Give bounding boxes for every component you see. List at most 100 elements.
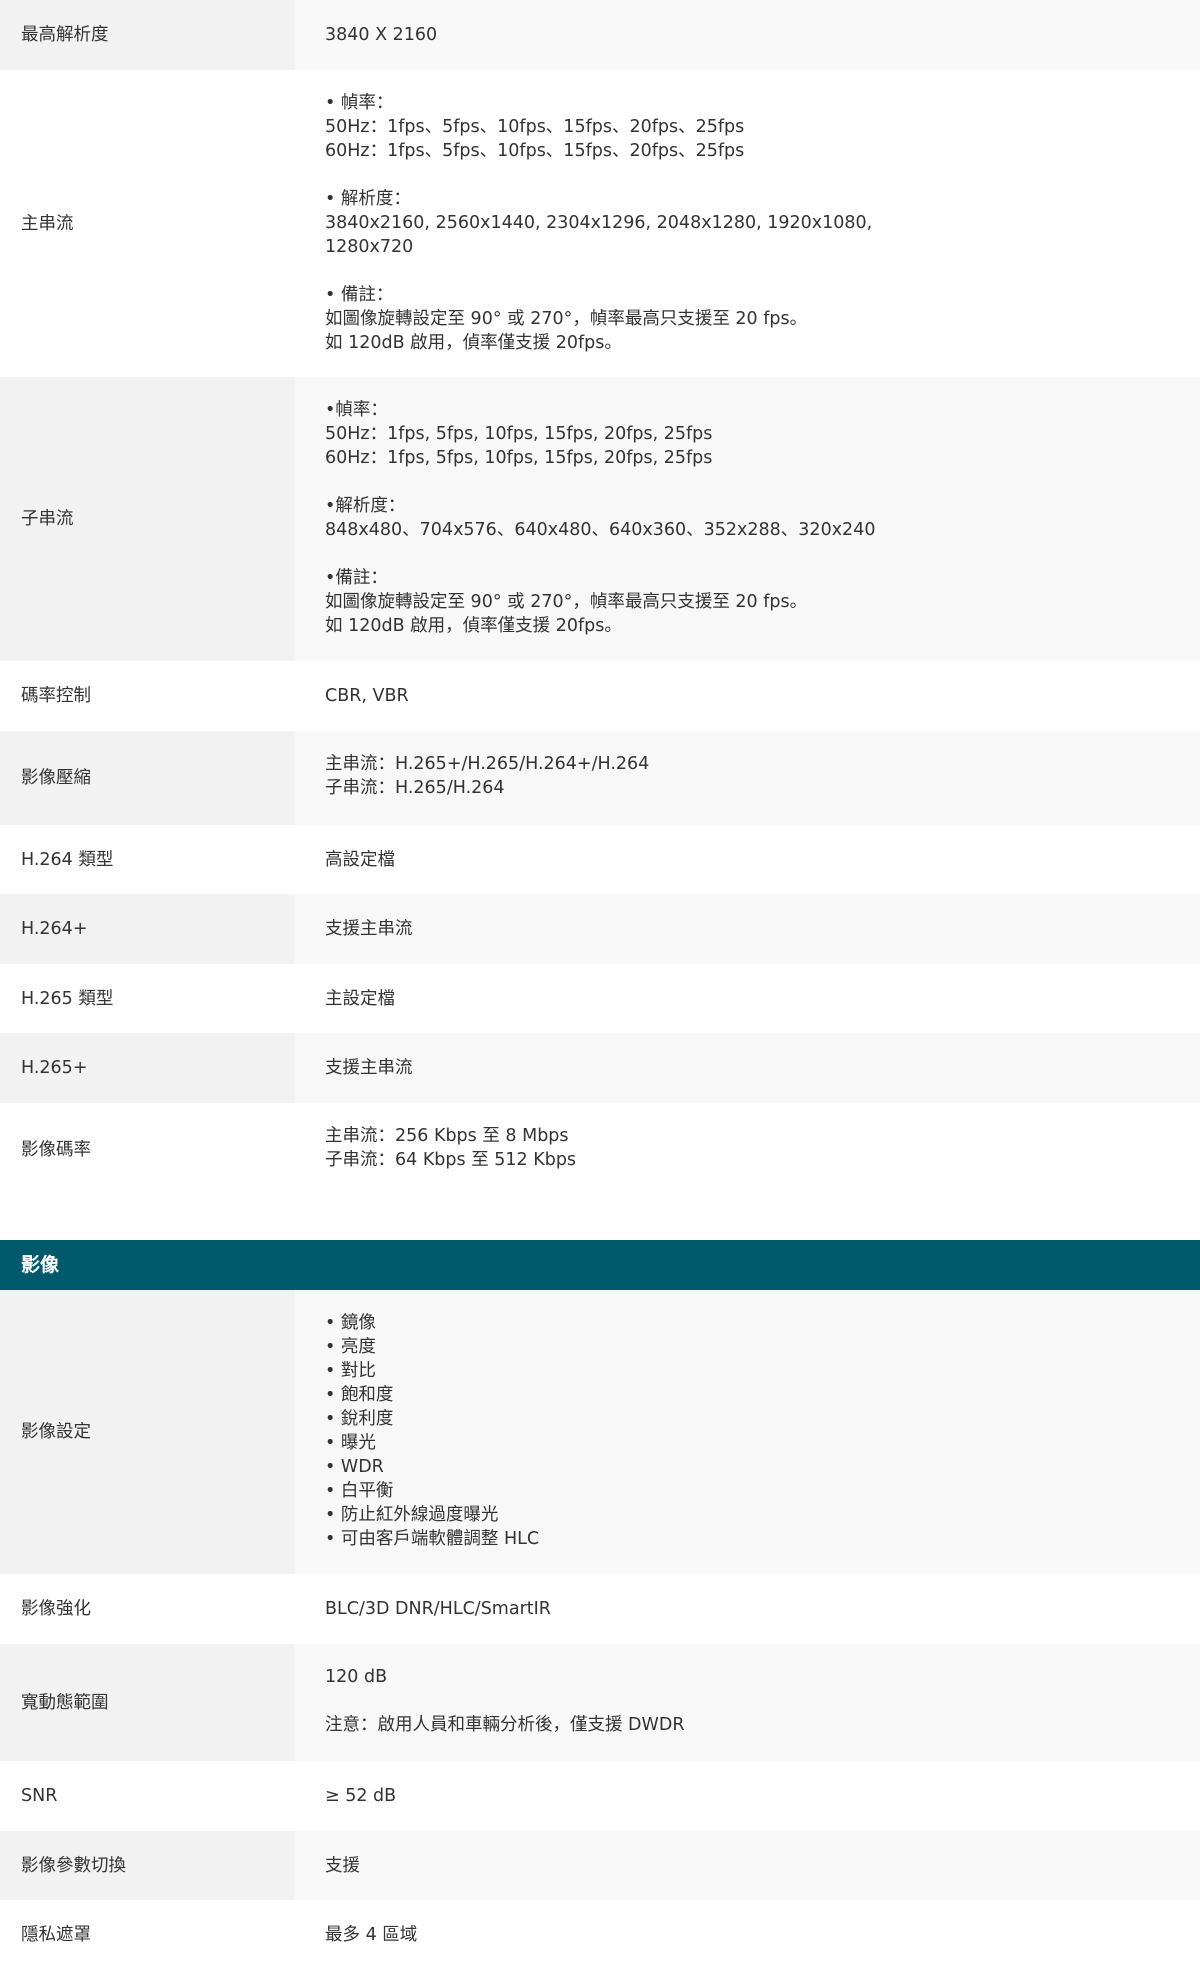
spec-table-video: 最高解析度 3840 X 2160 主串流 • 幀率： 50Hz：1fps、5fps、1… — [0, 0, 1200, 1197]
spec-value-line: 支援主串流 — [325, 919, 413, 939]
spec-row: 主串流 • 幀率： 50Hz：1fps、5fps、10fps、15fps、20fps… — [0, 70, 1200, 377]
spec-value-line: • 對比 — [325, 1361, 376, 1381]
spec-row: 寬動態範圍 120 dB 注意：啟用人員和車輛分析後，僅支援 DWDR — [0, 1644, 1200, 1761]
spec-value-line: 最多 4 區域 — [325, 1925, 418, 1945]
spec-row: 影像參數切換 支援 — [0, 1831, 1200, 1900]
spec-value: •幀率： 50Hz：1fps, 5fps, 10fps, 15fps, 20fps… — [295, 377, 1200, 661]
spec-value-line: 高設定檔 — [325, 849, 395, 870]
spec-row: 影像設定 • 鏡像 • 亮度 • 對比 • 飽和度 • 銳利度 • 曝光 • WDR • 白平衡… — [0, 1290, 1200, 1574]
spec-value-line: 60Hz：1fps, 5fps, 10fps, 15fps, 20fps, 25… — [325, 448, 713, 468]
spec-value-line: • 可由客戶端軟體調整 HLC — [325, 1529, 540, 1549]
spec-value-line: 如圖像旋轉設定至 90° 或 270°，幀率最高只支援至 20 fps。 — [325, 592, 808, 612]
spec-value: BLC/3D DNR/HLC/SmartIR — [295, 1574, 1200, 1644]
spec-label: 影像壓縮 — [0, 731, 295, 825]
section-header-image: 影像 — [0, 1240, 1200, 1290]
spec-label: 寬動態範圍 — [0, 1644, 295, 1761]
spec-label: H.264+ — [0, 894, 295, 964]
spec-label: 子串流 — [0, 377, 295, 661]
spec-row: 隱私遮罩 最多 4 區域 — [0, 1900, 1200, 1970]
spec-label: 影像碼率 — [21, 1140, 91, 1160]
spec-value: CBR, VBR — [295, 661, 1200, 731]
spec-value-line: 主串流：H.265+/H.265/H.264+/H.264 — [325, 754, 650, 774]
spec-row: 最高解析度 3840 X 2160 — [0, 0, 1200, 70]
spec-value-line: 120 dB — [325, 1667, 388, 1687]
spec-value: 支援主串流 — [295, 1033, 1200, 1103]
spec-label: H.265+ — [0, 1033, 295, 1103]
spec-value: 主設定檔 — [295, 964, 1200, 1033]
spec-value-line: •備註： — [325, 568, 388, 588]
spec-value-line: • 防止紅外線過度曝光 — [325, 1505, 499, 1525]
spec-row: 影像壓縮 主串流：H.265+/H.265/H.264+/H.264 子串流：H.2… — [0, 731, 1200, 825]
spec-value-line: 子串流：H.265/H.264 — [325, 778, 505, 798]
spec-row: H.265 類型 主設定檔 — [0, 964, 1200, 1033]
spec-value-line: • 飽和度 — [325, 1385, 394, 1405]
spec-label: 碼率控制 — [21, 686, 91, 706]
spec-value: 支援主串流 — [295, 894, 1200, 964]
spec-value-line: • 銳利度 — [325, 1409, 394, 1429]
spec-row: H.264 類型 高設定檔 — [0, 825, 1200, 894]
spec-label: 影像設定 — [0, 1290, 295, 1574]
spec-value: 3840 X 2160 — [295, 0, 1200, 70]
spec-value-line: 848x480、704x576、640x480、640x360、352x288、… — [325, 520, 876, 540]
spec-row: 碼率控制 CBR, VBR — [0, 661, 1200, 731]
spec-value-line: 3840x2160, 2560x1440, 2304x1296, 2048x12… — [325, 213, 873, 233]
spec-row: 影像碼率 主串流：256 Kbps 至 8 Mbps 子串流：64 Kbps 至 5… — [0, 1103, 1200, 1197]
spec-value: 主串流：H.265+/H.265/H.264+/H.264 子串流：H.265/H… — [295, 731, 1200, 825]
spec-value-line: 3840 X 2160 — [325, 25, 438, 45]
spec-value: 120 dB 注意：啟用人員和車輛分析後，僅支援 DWDR — [295, 1644, 1200, 1761]
spec-value-line: 如 120dB 啟用，偵率僅支援 20fps。 — [325, 333, 622, 353]
spec-value: • 鏡像 • 亮度 • 對比 • 飽和度 • 銳利度 • 曝光 • WDR • 白平衡 • 防止… — [295, 1290, 1200, 1574]
spec-label: 主串流 — [21, 213, 74, 234]
spec-value-line: ≥ 52 dB — [325, 1786, 397, 1806]
spec-label: 最高解析度 — [0, 0, 295, 70]
spec-value-line: • 鏡像 — [325, 1313, 376, 1333]
spec-value: 高設定檔 — [295, 825, 1200, 894]
spec-value-line: CBR, VBR — [325, 686, 409, 706]
spec-value-line: 如 120dB 啟用，偵率僅支援 20fps。 — [325, 616, 622, 636]
spec-value-line: 60Hz：1fps、5fps、10fps、15fps、20fps、25fps — [325, 141, 745, 161]
spec-row: 子串流 •幀率： 50Hz：1fps, 5fps, 10fps, 15fps, 20… — [0, 377, 1200, 661]
spec-value-line: • 解析度： — [325, 189, 411, 209]
spec-row: H.264+ 支援主串流 — [0, 894, 1200, 964]
spec-value-line: 主串流：256 Kbps 至 8 Mbps — [325, 1126, 569, 1146]
spec-value: 主串流：256 Kbps 至 8 Mbps 子串流：64 Kbps 至 512 K… — [295, 1103, 1200, 1197]
spec-value-line: 50Hz：1fps、5fps、10fps、15fps、20fps、25fps — [325, 117, 745, 137]
spec-label: H.264 類型 — [21, 849, 114, 870]
spec-value-line: • 曝光 — [325, 1433, 376, 1453]
spec-value-line: 支援主串流 — [325, 1058, 413, 1078]
section-gap — [0, 1197, 1200, 1240]
spec-value-line: • WDR — [325, 1457, 384, 1477]
spec-label: 隱私遮罩 — [21, 1925, 91, 1945]
spec-value-line: • 亮度 — [325, 1337, 376, 1357]
spec-value-line: 子串流：64 Kbps 至 512 Kbps — [325, 1150, 577, 1170]
spec-value-line: BLC/3D DNR/HLC/SmartIR — [325, 1599, 551, 1619]
spec-value: 支援 — [295, 1831, 1200, 1900]
spec-value-line: 主設定檔 — [325, 988, 395, 1009]
spec-value-line: 50Hz：1fps, 5fps, 10fps, 15fps, 20fps, 25… — [325, 424, 713, 444]
spec-value-line: •幀率： — [325, 400, 388, 420]
spec-value-line: •解析度： — [325, 496, 406, 516]
section-title: 影像 — [21, 1254, 60, 1276]
spec-label: 影像強化 — [21, 1599, 91, 1619]
spec-row: 影像強化 BLC/3D DNR/HLC/SmartIR — [0, 1574, 1200, 1644]
spec-value-line: • 備註： — [325, 285, 394, 305]
spec-row: H.265+ 支援主串流 — [0, 1033, 1200, 1103]
spec-value-line: 如圖像旋轉設定至 90° 或 270°，幀率最高只支援至 20 fps。 — [325, 309, 808, 329]
spec-label: 影像參數切換 — [0, 1831, 295, 1900]
spec-value: 最多 4 區域 — [295, 1900, 1200, 1970]
spec-label: SNR — [21, 1786, 58, 1806]
spec-row: SNR ≥ 52 dB — [0, 1761, 1200, 1831]
spec-value-line: 支援 — [325, 1855, 360, 1876]
spec-value-line: • 幀率： — [325, 93, 394, 113]
spec-value-line: • 白平衡 — [325, 1481, 394, 1501]
spec-value-line: 1280x720 — [325, 237, 414, 257]
spec-label: H.265 類型 — [21, 988, 114, 1009]
spec-value: ≥ 52 dB — [295, 1761, 1200, 1831]
spec-table-image: 影像設定 • 鏡像 • 亮度 • 對比 • 飽和度 • 銳利度 • 曝光 • WDR • 白平衡… — [0, 1290, 1200, 1970]
spec-value-line: 注意：啟用人員和車輛分析後，僅支援 DWDR — [325, 1715, 685, 1735]
